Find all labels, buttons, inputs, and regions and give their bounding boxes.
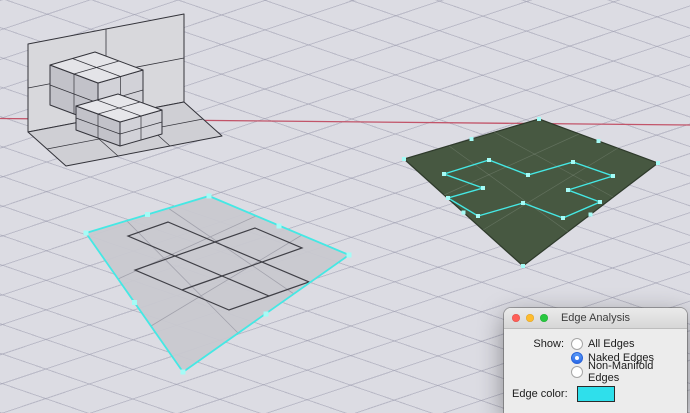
radio-non-manifold-edges[interactable]: Non-Manifold Edges [571,360,687,384]
show-label: Show: [533,338,564,350]
minimize-icon[interactable] [526,314,534,322]
show-options: All Edges Naked Edges Non-Manifold Edges [571,337,687,384]
boxes-model[interactable] [27,13,223,167]
unrolled-surface[interactable] [83,193,352,375]
radio-non-manifold-edges-icon [571,366,583,378]
radio-all-edges-icon [571,338,583,350]
radio-non-manifold-edges-label: Non-Manifold Edges [588,360,654,384]
close-icon[interactable] [512,314,520,322]
analysis-surface[interactable] [402,117,660,268]
dialog-titlebar[interactable]: Edge Analysis [504,308,687,329]
edge-color-row: Edge color: [512,386,615,402]
radio-naked-edges-icon [571,352,583,364]
zoom-icon[interactable] [540,314,548,322]
edge-analysis-dialog: Edge Analysis Show: All Edges Naked Edge… [504,308,687,413]
viewport[interactable]: Edge Analysis Show: All Edges Naked Edge… [0,0,690,413]
radio-all-edges-label: All Edges [588,338,635,350]
radio-all-edges[interactable]: All Edges [571,337,687,351]
edge-color-swatch[interactable] [576,386,615,402]
edge-color-label: Edge color: [512,388,568,400]
